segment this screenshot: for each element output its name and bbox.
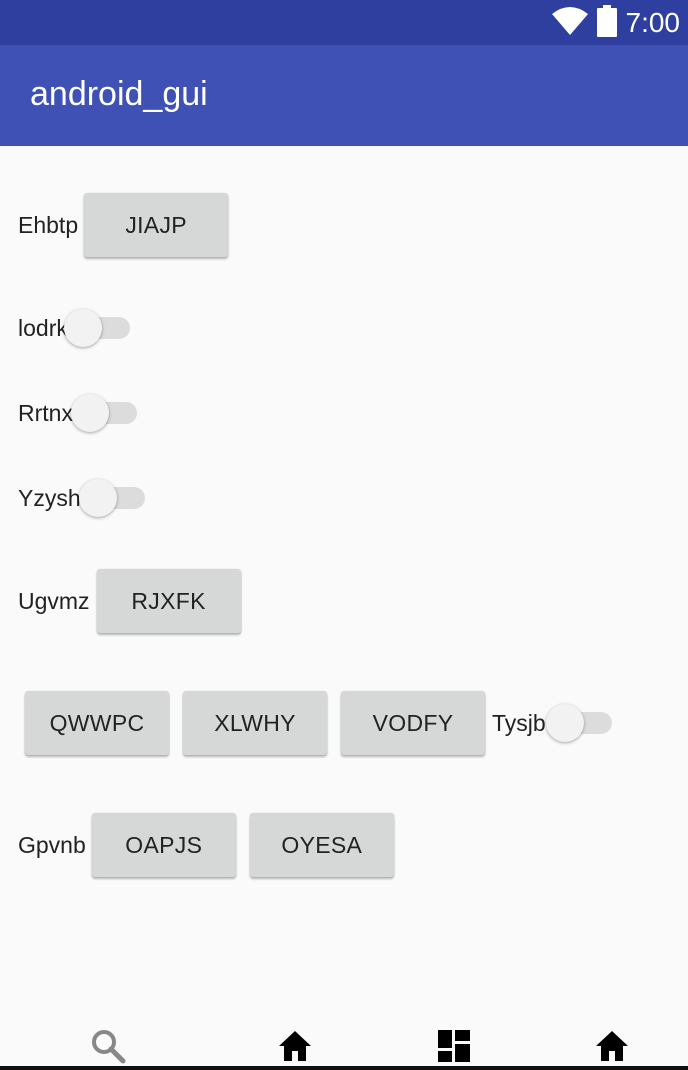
switch-thumb bbox=[78, 479, 117, 517]
row-buttons-tysjb: QWWPC XLWHY VODFY Tysjb bbox=[25, 691, 612, 755]
switch-tysjb[interactable] bbox=[545, 703, 612, 743]
status-bar: 7:00 bbox=[0, 0, 688, 45]
switch-thumb bbox=[63, 309, 102, 347]
switch-thumb bbox=[545, 704, 584, 742]
button-jiajp[interactable]: JIAJP bbox=[84, 193, 229, 257]
row-lodrk: lodrk bbox=[18, 308, 130, 348]
button-oyesa[interactable]: OYESA bbox=[249, 813, 394, 877]
dashboard-icon[interactable] bbox=[434, 1026, 474, 1066]
switch-lodrk[interactable] bbox=[63, 308, 130, 348]
switch-yzysh[interactable] bbox=[78, 478, 145, 518]
home-icon[interactable] bbox=[275, 1026, 315, 1066]
button-vodfy[interactable]: VODFY bbox=[341, 691, 485, 755]
home-icon[interactable] bbox=[592, 1026, 632, 1066]
app-title: android_gui bbox=[30, 75, 208, 113]
battery-icon bbox=[596, 4, 618, 42]
button-rjxfk[interactable]: RJXFK bbox=[96, 569, 241, 633]
wifi-icon bbox=[551, 6, 588, 41]
row-ehbtp: Ehbtp JIAJP bbox=[18, 193, 229, 257]
label-ehbtp: Ehbtp bbox=[18, 211, 79, 238]
nav-divider bbox=[0, 1066, 688, 1070]
button-xlwhy[interactable]: XLWHY bbox=[183, 691, 327, 755]
status-time: 7:00 bbox=[625, 7, 681, 38]
button-qwwpc[interactable]: QWWPC bbox=[25, 691, 169, 755]
search-icon[interactable] bbox=[88, 1026, 128, 1066]
row-rrtnx: Rrtnx bbox=[18, 393, 137, 433]
switch-rrtnx[interactable] bbox=[70, 393, 137, 433]
label-yzysh: Yzysh bbox=[18, 484, 81, 511]
label-rrtnx: Rrtnx bbox=[18, 399, 73, 426]
button-oapjs[interactable]: OAPJS bbox=[91, 813, 236, 877]
row-yzysh: Yzysh bbox=[18, 478, 145, 518]
bottom-nav bbox=[0, 1008, 688, 1070]
switch-thumb bbox=[70, 394, 109, 432]
label-ugvmz: Ugvmz bbox=[18, 587, 90, 614]
label-tysjb: Tysjb bbox=[492, 709, 546, 736]
row-gpvnb: Gpvnb OAPJS OYESA bbox=[18, 813, 394, 877]
status-icons: 7:00 bbox=[551, 4, 681, 42]
app-bar: android_gui bbox=[0, 45, 688, 146]
row-ugvmz: Ugvmz RJXFK bbox=[18, 569, 241, 633]
label-gpvnb: Gpvnb bbox=[18, 831, 86, 858]
label-lodrk: lodrk bbox=[18, 314, 68, 341]
